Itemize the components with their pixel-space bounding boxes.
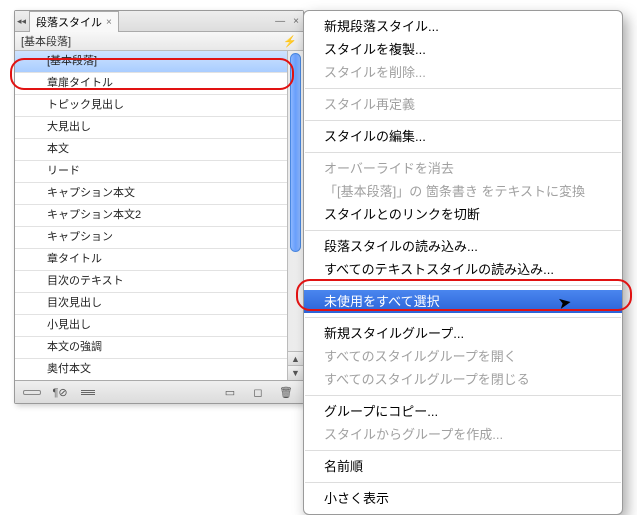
current-style-label: [基本段落] xyxy=(21,33,71,49)
paragraph-styles-panel: ◂◂ 段落スタイル × — × [基本段落] ⚡ [基本段落]章扉タイトルトピッ… xyxy=(14,10,304,404)
menu-item[interactable]: 新規段落スタイル... xyxy=(304,15,622,38)
panel-context-menu: 新規段落スタイル...スタイルを複製...スタイルを削除... スタイル再定義スタ… xyxy=(303,10,623,515)
style-list-item[interactable]: 小見出し xyxy=(15,315,287,337)
menu-separator xyxy=(305,120,621,121)
style-list-item[interactable]: トピック見出し xyxy=(15,95,287,117)
menu-item[interactable]: グループにコピー... xyxy=(304,400,622,423)
current-style-row: [基本段落] ⚡ xyxy=(15,32,303,51)
style-list-item[interactable]: 目次のテキスト xyxy=(15,271,287,293)
menu-item[interactable]: 未使用をすべて選択 xyxy=(304,290,622,313)
style-list-item[interactable]: [基本段落] xyxy=(15,51,287,73)
menu-item: オーバーライドを消去 xyxy=(304,157,622,180)
collapse-arrows-icon[interactable]: ◂◂ xyxy=(15,17,29,26)
trash-icon[interactable]: 🗑 xyxy=(277,385,295,399)
menu-item[interactable]: すべてのテキストスタイルの読み込み... xyxy=(304,258,622,281)
menu-item: スタイルからグループを作成... xyxy=(304,423,622,446)
style-list-item[interactable]: キャプション本文 xyxy=(15,183,287,205)
minimize-icon[interactable]: — xyxy=(271,16,289,27)
panel-tab-label: 段落スタイル xyxy=(36,14,102,30)
new-style-icon[interactable]: ◻ xyxy=(249,385,267,399)
scroll-down-icon[interactable]: ▼ xyxy=(288,365,303,380)
menu-item: スタイルを削除... xyxy=(304,61,622,84)
menu-item: すべてのスタイルグループを閉じる xyxy=(304,368,622,391)
menu-separator xyxy=(305,395,621,396)
style-list-item[interactable]: 奥付本文 xyxy=(15,359,287,380)
style-list-item[interactable]: 本文 xyxy=(15,139,287,161)
menu-item: スタイル再定義 xyxy=(304,93,622,116)
style-list-item[interactable]: 章タイトル xyxy=(15,249,287,271)
footer-lines-icon[interactable] xyxy=(79,385,97,399)
style-list-item[interactable]: 本文の強調 xyxy=(15,337,287,359)
panel-tab-row: ◂◂ 段落スタイル × — × xyxy=(15,11,303,32)
menu-separator xyxy=(305,450,621,451)
style-list: [基本段落]章扉タイトルトピック見出し大見出し本文リードキャプション本文キャプシ… xyxy=(15,51,303,380)
scroll-up-icon[interactable]: ▲ xyxy=(288,351,303,366)
menu-item[interactable]: 名前順 xyxy=(304,455,622,478)
scrollbar-thumb[interactable] xyxy=(290,53,301,252)
panel-footer: ¶⊘ ▭ ◻ 🗑 xyxy=(15,380,303,403)
style-list-item[interactable]: キャプション xyxy=(15,227,287,249)
menu-separator xyxy=(305,317,621,318)
style-list-item[interactable]: 章扉タイトル xyxy=(15,73,287,95)
style-list-item[interactable]: 目次見出し xyxy=(15,293,287,315)
close-tab-icon[interactable]: × xyxy=(106,17,112,28)
panel-tab[interactable]: 段落スタイル × xyxy=(29,11,119,32)
menu-separator xyxy=(305,152,621,153)
menu-separator xyxy=(305,230,621,231)
menu-item: 「[基本段落]」の 箇条書き をテキストに変換 xyxy=(304,180,622,203)
footer-pill-icon[interactable] xyxy=(23,385,41,399)
scrollbar[interactable]: ▲ ▼ xyxy=(287,51,303,380)
menu-item[interactable]: スタイルとのリンクを切断 xyxy=(304,203,622,226)
menu-item[interactable]: スタイルを複製... xyxy=(304,38,622,61)
menu-item[interactable]: 段落スタイルの読み込み... xyxy=(304,235,622,258)
menu-separator xyxy=(305,88,621,89)
footer-clear-icon[interactable]: ¶⊘ xyxy=(51,385,69,399)
style-list-item[interactable]: リード xyxy=(15,161,287,183)
menu-item[interactable]: 新規スタイルグループ... xyxy=(304,322,622,345)
menu-item[interactable]: スタイルの編集... xyxy=(304,125,622,148)
menu-item: すべてのスタイルグループを開く xyxy=(304,345,622,368)
menu-item[interactable]: 小さく表示 xyxy=(304,487,622,510)
style-list-item[interactable]: 大見出し xyxy=(15,117,287,139)
quick-apply-icon[interactable]: ⚡ xyxy=(277,35,303,48)
menu-separator xyxy=(305,285,621,286)
menu-separator xyxy=(305,482,621,483)
new-group-icon[interactable]: ▭ xyxy=(221,385,239,399)
style-list-item[interactable]: キャプション本文2 xyxy=(15,205,287,227)
panel-close-icon[interactable]: × xyxy=(289,16,303,27)
